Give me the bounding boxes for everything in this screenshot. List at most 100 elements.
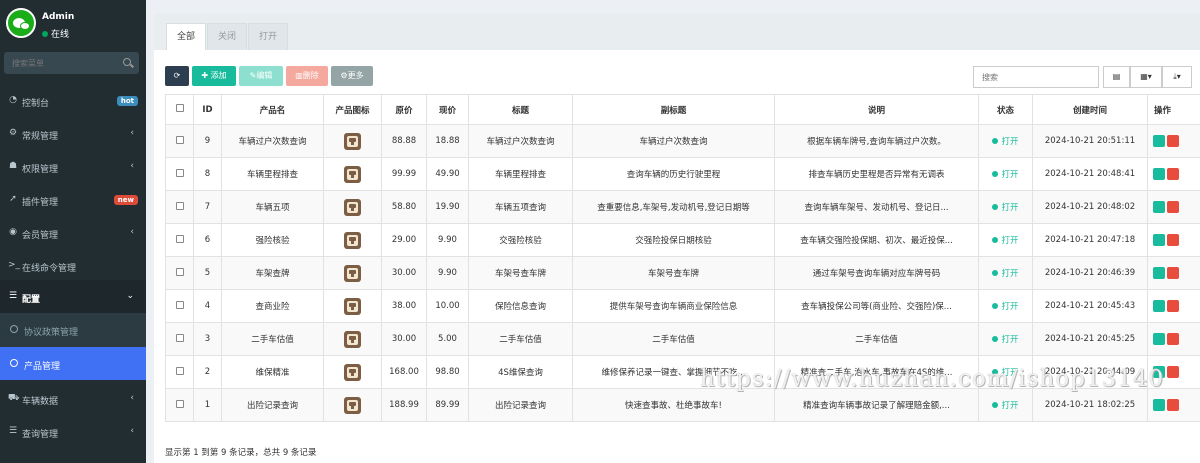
sidebar-item-permission[interactable]: ☗ 权限管理 ‹ — [0, 150, 146, 183]
table-row[interactable]: 2 维保精准 168.00 98.80 4S维保查询 维修保养记录一键查、掌握细节不吃..… — [165, 355, 1200, 389]
table-row[interactable]: 9 车辆过户次数查询 88.88 18.88 车辆过户次数查询 车辆过户次数查询 根据车辆车… — [165, 124, 1200, 158]
cell-name: 查商业险 — [221, 289, 324, 323]
table-search-input[interactable] — [973, 66, 1099, 88]
tab-all[interactable]: 全部 — [166, 23, 207, 50]
row-delete-button[interactable] — [1167, 300, 1179, 312]
column-header[interactable]: 说明 — [774, 94, 979, 125]
column-header[interactable]: 标题 — [468, 94, 573, 125]
row-checkbox[interactable] — [175, 366, 184, 375]
row-checkbox[interactable] — [175, 399, 184, 408]
sidebar-item-vehicle-data[interactable]: ⛟ 车辆数据 ‹ — [0, 382, 146, 415]
row-checkbox[interactable] — [175, 333, 184, 342]
menu-search-input[interactable] — [4, 52, 114, 74]
table-row[interactable]: 5 车架查牌 30.00 9.90 车架号查车牌 车架号查车牌 通过车架号查询车辆对应车牌号… — [165, 256, 1200, 290]
row-checkbox[interactable] — [175, 300, 184, 309]
product-image-icon[interactable] — [344, 264, 361, 282]
row-checkbox[interactable] — [175, 168, 184, 177]
row-select-cell — [165, 223, 194, 257]
row-actions-cell — [1147, 322, 1200, 356]
tab-open[interactable]: 打开 — [248, 23, 289, 50]
menu-search — [4, 52, 139, 74]
cogs-icon: ⚙ — [8, 128, 18, 138]
export-button[interactable]: ⤓▾ — [1162, 66, 1192, 88]
sidebar-item-dashboard[interactable]: ◔ 控制台 hot — [0, 84, 146, 117]
product-image-icon[interactable] — [344, 198, 361, 216]
add-button[interactable]: ✚ 添加 — [192, 66, 236, 86]
status-text: 打开 — [1001, 236, 1019, 246]
row-edit-button[interactable] — [1153, 399, 1165, 411]
row-checkbox[interactable] — [175, 201, 184, 210]
search-icon[interactable] — [123, 58, 131, 66]
tab-closed[interactable]: 关闭 — [207, 23, 248, 50]
product-image-icon[interactable] — [344, 132, 361, 150]
column-header[interactable]: ID — [193, 94, 222, 125]
table-row[interactable]: 7 车辆五项 58.80 19.90 车辆五项查询 查重要信息,车架号,发动机号,登记日期… — [165, 190, 1200, 224]
config-submenu: 协议政策管理 产品管理 — [0, 313, 146, 380]
row-delete-button[interactable] — [1167, 135, 1179, 147]
avatar[interactable] — [6, 8, 36, 38]
row-delete-button[interactable] — [1167, 333, 1179, 345]
table-row[interactable]: 1 出险记录查询 188.99 89.99 出险记录查询 快速查事故、杜绝事故车! 精准查询… — [165, 388, 1200, 422]
row-delete-button[interactable] — [1167, 399, 1179, 411]
row-edit-button[interactable] — [1153, 333, 1165, 345]
row-select-cell — [165, 388, 194, 422]
row-delete-button[interactable] — [1167, 168, 1179, 180]
cell-subtitle: 车辆过户次数查询 — [572, 124, 775, 158]
row-edit-button[interactable] — [1153, 366, 1165, 378]
product-image-icon[interactable] — [344, 165, 361, 183]
row-delete-button[interactable] — [1167, 267, 1179, 279]
select-all-cell — [165, 94, 194, 125]
table-row[interactable]: 3 二手车估值 30.00 5.00 二手车估值 二手车估值 二手车估值 打开 2024-10-… — [165, 322, 1200, 356]
toggle-view-button[interactable]: ▤ — [1103, 66, 1130, 88]
table-row[interactable]: 4 查商业险 38.00 10.00 保险信息查询 提供车架号查询车辆商业保险信息 查车辆投… — [165, 289, 1200, 323]
table-row[interactable]: 6 强险核验 29.00 9.90 交强险核验 交强险投保日期核验 查车辆交强险投保期、初次… — [165, 223, 1200, 257]
sidebar-subitem-products[interactable]: 产品管理 — [0, 347, 146, 380]
select-all-checkbox[interactable] — [175, 104, 184, 112]
row-checkbox[interactable] — [175, 267, 184, 276]
column-header[interactable]: 产品名 — [221, 94, 324, 125]
row-delete-button[interactable] — [1167, 201, 1179, 213]
sidebar-item-members[interactable]: ◉ 会员管理 ‹ — [0, 216, 146, 249]
status-cell: 打开 — [978, 223, 1033, 257]
cell-id: 9 — [193, 124, 222, 158]
row-edit-button[interactable] — [1153, 168, 1165, 180]
product-table-wrapper: ID 产品名 产品图标 原价 现价 标题 副标题 说明 状态 创建时间 操作 9… — [165, 94, 1200, 434]
row-delete-button[interactable] — [1167, 366, 1179, 378]
column-header[interactable]: 创建时间 — [1032, 94, 1148, 125]
row-edit-button[interactable] — [1153, 267, 1165, 279]
row-checkbox[interactable] — [175, 135, 184, 144]
column-header[interactable]: 产品图标 — [323, 94, 382, 125]
sidebar-item-config[interactable]: ☰ 配置 ⌄ — [0, 280, 146, 313]
row-edit-button[interactable] — [1153, 135, 1165, 147]
edit-button[interactable]: ✎编辑 — [239, 66, 283, 86]
cell-created: 2024-10-21 20:47:18 — [1032, 223, 1148, 257]
column-header[interactable]: 副标题 — [572, 94, 775, 125]
status-dot-icon — [992, 237, 999, 243]
row-checkbox[interactable] — [175, 234, 184, 243]
product-image-icon[interactable] — [344, 330, 361, 348]
sidebar-item-general[interactable]: ⚙ 常规管理 ‹ — [0, 117, 146, 150]
cell-title: 车辆里程排查 — [468, 157, 573, 191]
sidebar-item-query[interactable]: ☰ 查询管理 ‹ — [0, 415, 146, 448]
row-delete-button[interactable] — [1167, 234, 1179, 246]
more-button[interactable]: ⚙更多 — [331, 66, 373, 86]
row-edit-button[interactable] — [1153, 201, 1165, 213]
sidebar-item-plugins[interactable]: ➚ 插件管理 new — [0, 183, 146, 216]
delete-button[interactable]: ▥删除 — [286, 66, 328, 86]
product-image-icon[interactable] — [344, 363, 361, 381]
cell-created: 2024-10-21 18:02:25 — [1032, 388, 1148, 422]
more-label: 更多 — [347, 71, 364, 80]
column-header[interactable]: 原价 — [381, 94, 427, 125]
sidebar-subitem-policy[interactable]: 协议政策管理 — [0, 313, 146, 346]
product-image-icon[interactable] — [344, 231, 361, 249]
column-header[interactable]: 现价 — [426, 94, 469, 125]
table-row[interactable]: 8 车辆里程排查 99.99 49.90 车辆里程排查 查询车辆的历史行驶里程 排查车辆历史… — [165, 157, 1200, 191]
refresh-button[interactable]: ⟳ — [165, 66, 189, 86]
product-image-icon[interactable] — [344, 396, 361, 414]
product-image-icon[interactable] — [344, 297, 361, 315]
row-edit-button[interactable] — [1153, 234, 1165, 246]
column-header[interactable]: 状态 — [978, 94, 1033, 125]
row-edit-button[interactable] — [1153, 300, 1165, 312]
sidebar-item-commands[interactable]: >_ 在线命令管理 — [0, 249, 146, 282]
columns-button[interactable]: ▦▾ — [1130, 66, 1162, 88]
